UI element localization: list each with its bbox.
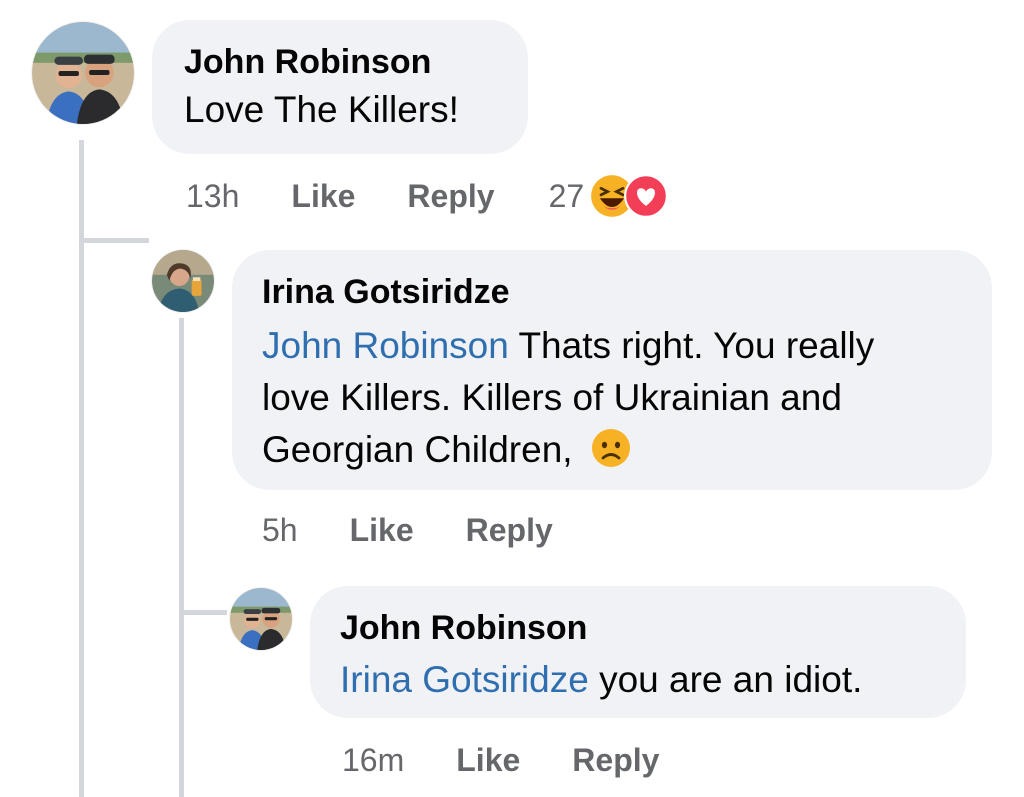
comment-author[interactable]: Irina Gotsiridze	[262, 272, 962, 312]
reply-button[interactable]: Reply	[407, 176, 494, 216]
thread-connector-2	[179, 610, 227, 615]
mention-link[interactable]: Irina Gotsiridze	[340, 659, 589, 700]
comment-text-line: Georgian Children,	[262, 429, 583, 470]
thread-line-reply	[179, 318, 184, 797]
reply-button[interactable]: Reply	[572, 740, 659, 780]
comment-timestamp[interactable]: 13h	[186, 176, 239, 216]
reaction-icons[interactable]	[590, 174, 669, 218]
comment-author[interactable]: John Robinson	[340, 608, 936, 648]
comment-author[interactable]: John Robinson	[184, 42, 496, 82]
like-button[interactable]: Like	[456, 740, 520, 780]
comment-text: Irina Gotsiridze you are an idiot.	[340, 654, 936, 706]
like-button[interactable]: Like	[350, 510, 414, 550]
profile-photo-icon	[32, 22, 134, 124]
comment-text: John Robinson Thats right. You really lo…	[262, 320, 962, 476]
worried-face-icon	[591, 429, 630, 467]
love-icon	[624, 174, 669, 218]
comment-bubble: John Robinson Irina Gotsiridze you are a…	[310, 586, 966, 718]
profile-photo-icon	[152, 250, 214, 312]
profile-photo-icon	[230, 588, 292, 650]
comment-text-line: love Killers. Killers of Ukrainian and	[262, 377, 842, 418]
comment-bubble: John Robinson Love The Killers!	[152, 20, 528, 154]
reply-button[interactable]: Reply	[466, 510, 553, 550]
comment-text: Love The Killers!	[184, 89, 459, 130]
reaction-count[interactable]: 27	[549, 176, 585, 216]
avatar[interactable]	[152, 250, 214, 312]
comment-actions: 5h Like Reply	[262, 510, 553, 550]
comment-thread: John Robinson Love The Killers! 13h Like…	[0, 0, 1024, 797]
comment-timestamp[interactable]: 5h	[262, 510, 298, 550]
avatar[interactable]	[230, 588, 292, 650]
mention-link[interactable]: John Robinson	[262, 325, 509, 366]
avatar[interactable]	[32, 22, 134, 124]
comment-bubble: Irina Gotsiridze John Robinson Thats rig…	[232, 250, 992, 490]
comment-text-line: Thats right. You really	[508, 325, 875, 366]
like-button[interactable]: Like	[291, 176, 355, 216]
comment-text-body: you are an idiot.	[588, 659, 863, 700]
comment-actions: 16m Like Reply	[342, 740, 659, 780]
comment-timestamp[interactable]: 16m	[342, 740, 404, 780]
comment-actions: 13h Like Reply 27	[186, 174, 669, 218]
thread-connector-1	[79, 238, 149, 243]
